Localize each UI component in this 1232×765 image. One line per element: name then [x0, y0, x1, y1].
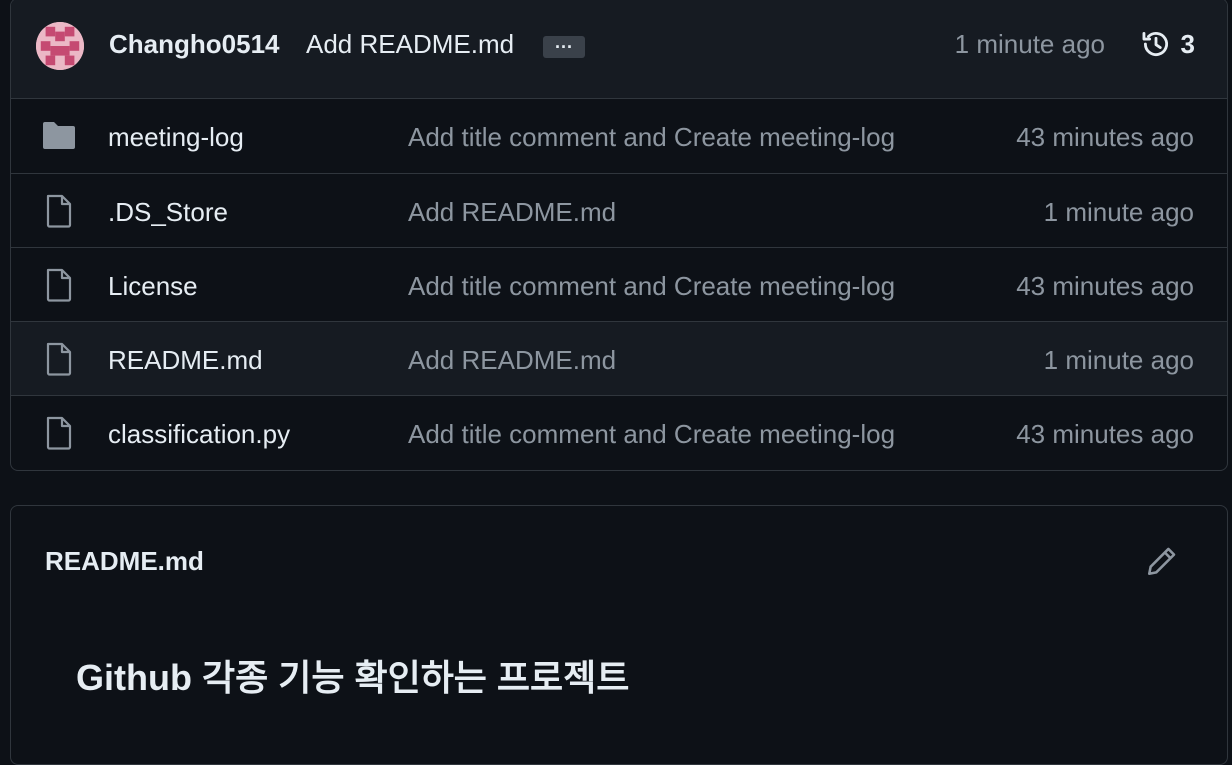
file-name-link[interactable]: classification.py: [108, 419, 290, 450]
file-name-link[interactable]: README.md: [108, 345, 263, 376]
file-row[interactable]: README.md Add README.md 1 minute ago: [11, 321, 1227, 395]
file-commit-time: 43 minutes ago: [1016, 271, 1194, 301]
file-commit-time: 1 minute ago: [1043, 197, 1194, 227]
file-commit-time: 43 minutes ago: [1016, 419, 1194, 449]
file-row[interactable]: License Add title comment and Create mee…: [11, 247, 1227, 321]
readme-heading: Github 각종 기능 확인하는 프로젝트: [76, 657, 630, 698]
file-commit-message-link[interactable]: Add README.md: [408, 345, 616, 376]
readme-panel: README.md Github 각종 기능 확인하는 프로젝트: [10, 505, 1228, 765]
latest-commit-bar: Changho0514 Add README.md ... 1 minute a…: [11, 0, 1227, 99]
file-commit-time: 43 minutes ago: [1016, 122, 1194, 152]
commit-time: 1 minute ago: [954, 29, 1105, 59]
history-icon: [1142, 31, 1168, 57]
commit-message-link[interactable]: Add README.md: [306, 29, 514, 60]
file-commit-message-link[interactable]: Add title comment and Create meeting-log: [408, 271, 895, 302]
folder-icon: [43, 122, 75, 149]
file-icon: [46, 268, 72, 302]
file-commit-message-link[interactable]: Add title comment and Create meeting-log: [408, 419, 895, 450]
file-name-link[interactable]: License: [108, 271, 198, 302]
file-name-link[interactable]: meeting-log: [108, 122, 244, 153]
commit-author-link[interactable]: Changho0514: [109, 29, 280, 60]
file-name-link[interactable]: .DS_Store: [108, 197, 228, 228]
file-commit-message-link[interactable]: Add title comment and Create meeting-log: [408, 122, 895, 153]
file-icon: [46, 342, 72, 376]
avatar[interactable]: [36, 22, 84, 70]
file-row[interactable]: .DS_Store Add README.md 1 minute ago: [11, 173, 1227, 247]
file-icon: [46, 194, 72, 228]
readme-title: README.md: [45, 546, 204, 576]
file-commit-time: 1 minute ago: [1043, 345, 1194, 375]
commit-count: 3: [1180, 28, 1195, 59]
avatar-identicon: [36, 22, 84, 70]
file-icon: [46, 416, 72, 450]
commit-history-link[interactable]: 3: [1139, 27, 1195, 61]
file-row[interactable]: meeting-log Add title comment and Create…: [11, 99, 1227, 173]
file-commit-message-link[interactable]: Add README.md: [408, 197, 616, 228]
expand-commit-button[interactable]: ...: [543, 33, 585, 58]
pencil-icon[interactable]: [1145, 544, 1179, 578]
file-row[interactable]: classification.py Add title comment and …: [11, 395, 1227, 469]
file-browser: Changho0514 Add README.md ... 1 minute a…: [10, 0, 1228, 471]
